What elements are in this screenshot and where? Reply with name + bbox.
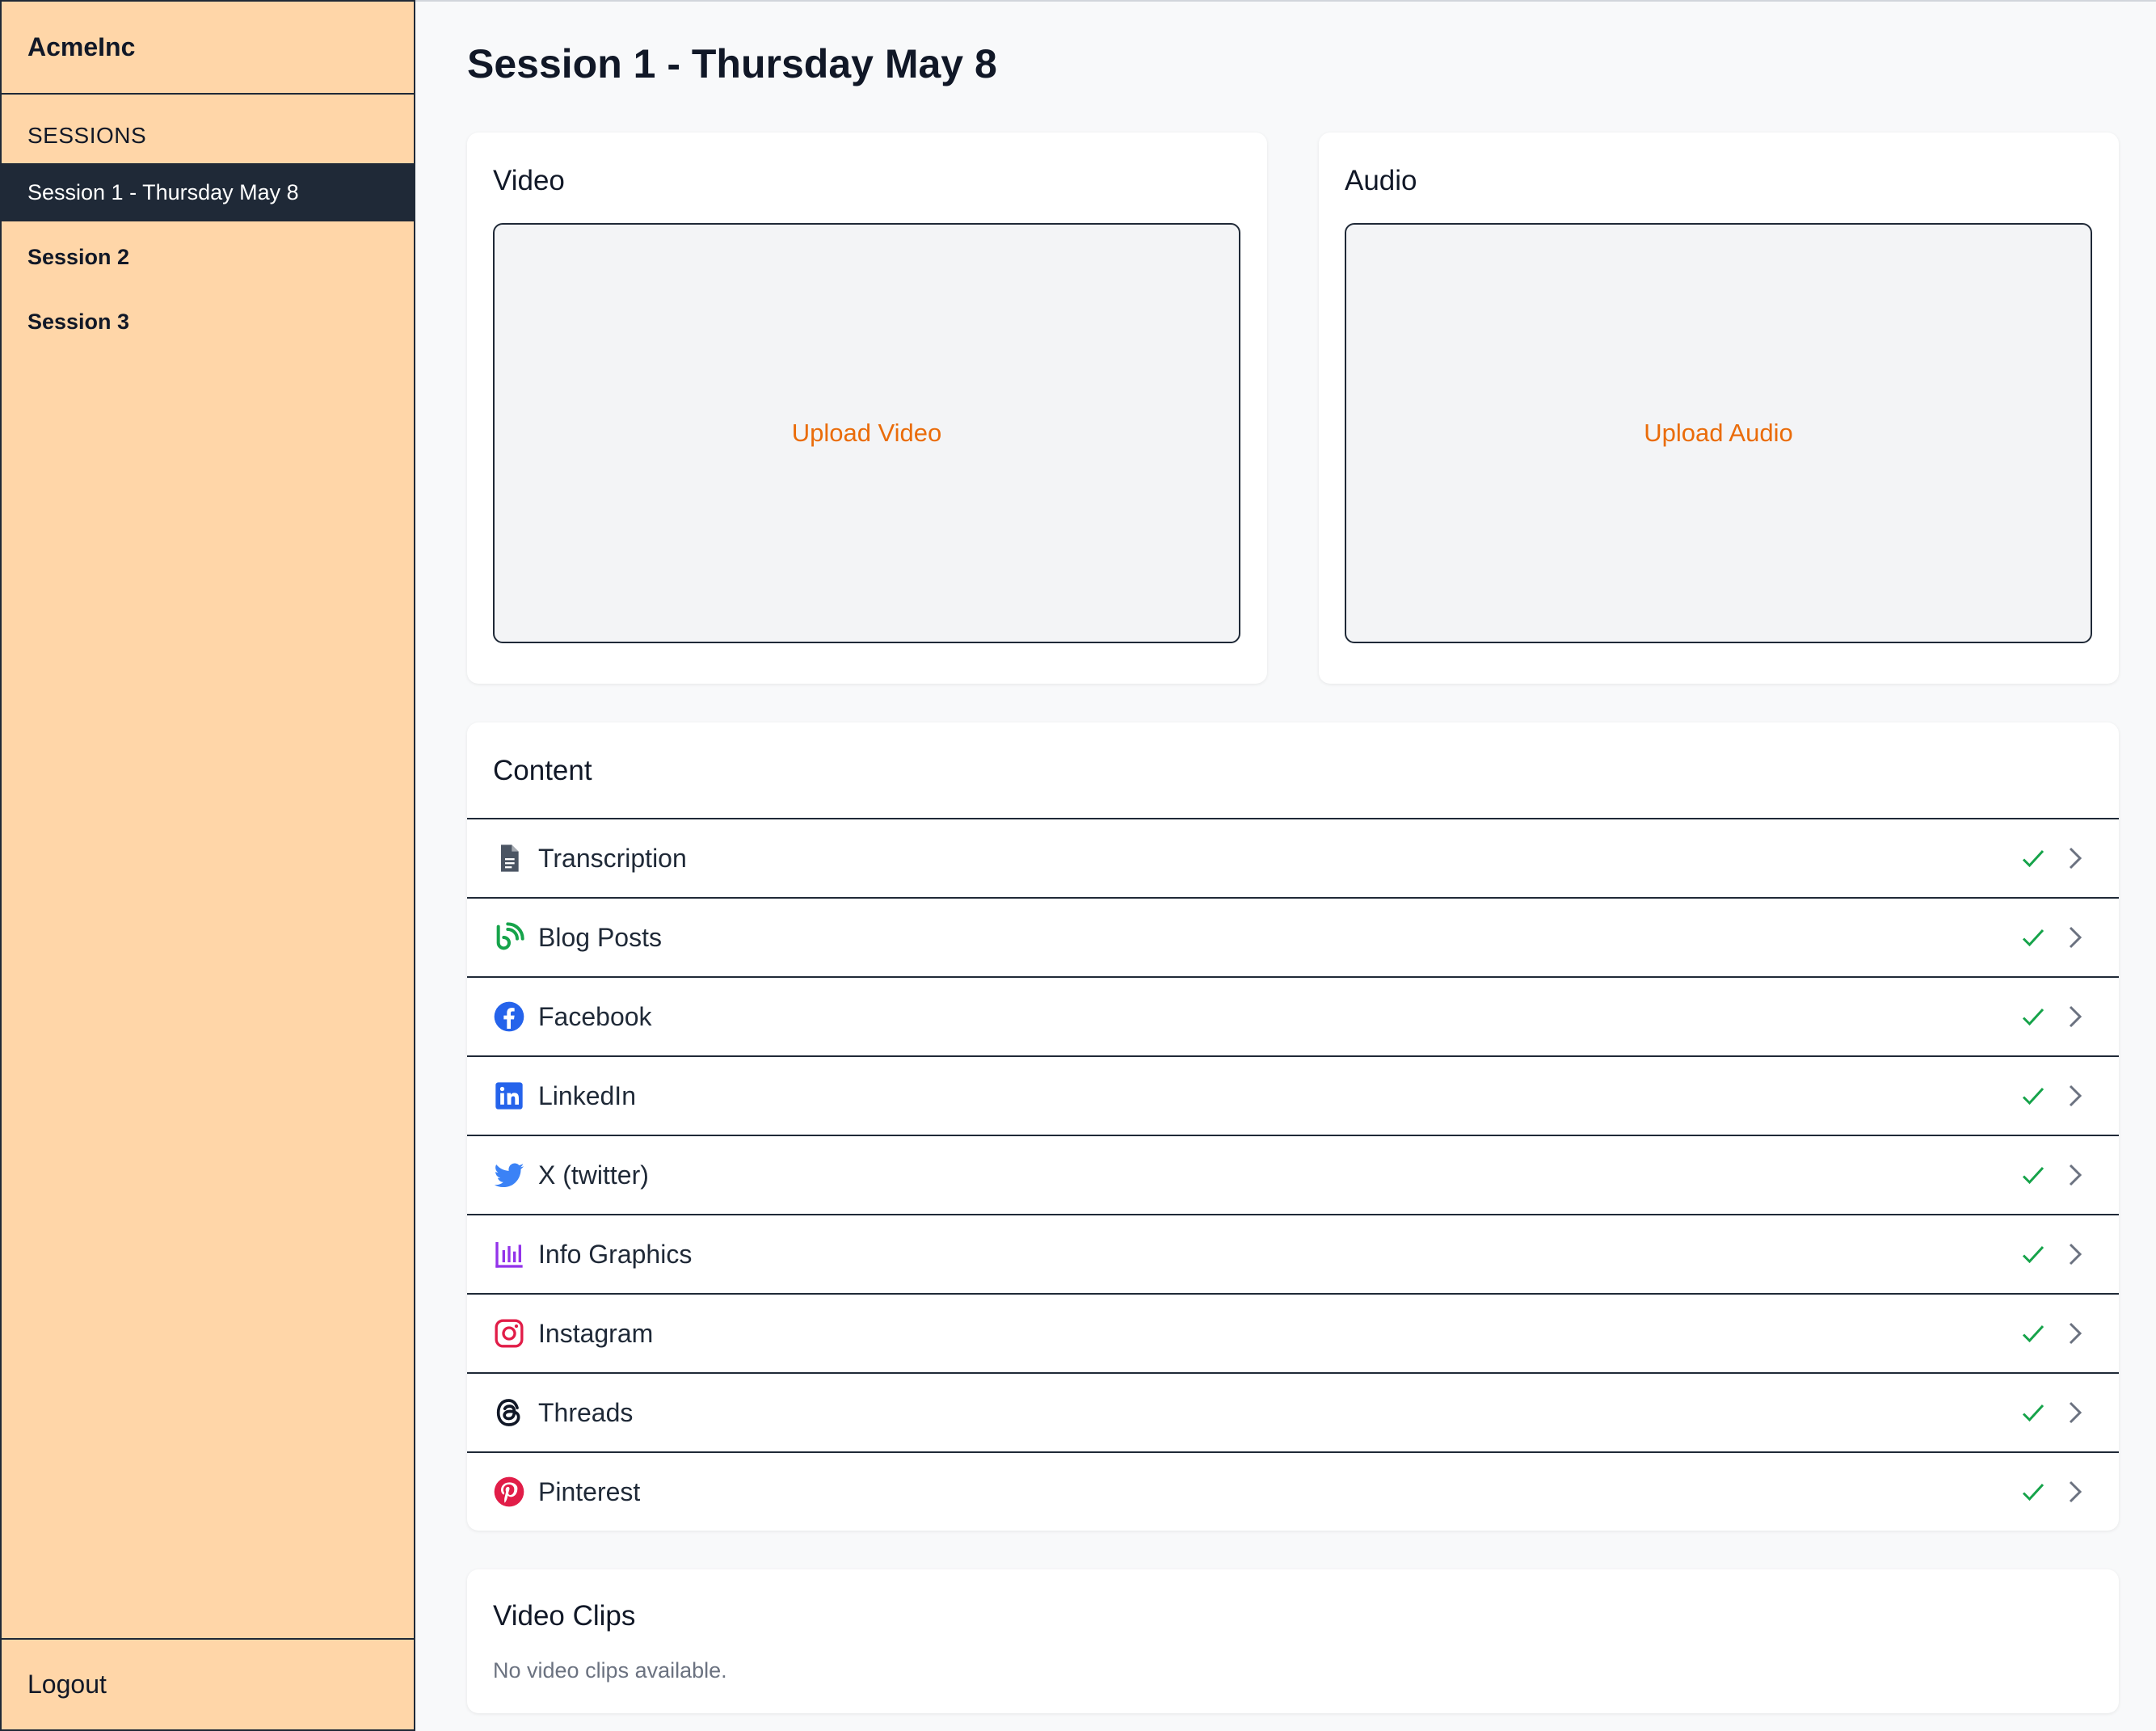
sidebar-item-session-1[interactable]: Session 1 - Thursday May 8 xyxy=(2,163,414,221)
threads-icon xyxy=(493,1396,525,1429)
content-item-label: Facebook xyxy=(538,1001,652,1031)
chevron-right-icon xyxy=(2069,1480,2082,1503)
facebook-icon xyxy=(493,1000,525,1033)
content-card-title: Content xyxy=(493,755,592,786)
chevron-right-icon xyxy=(2069,1243,2082,1266)
check-icon xyxy=(2022,1404,2044,1422)
chevron-right-icon xyxy=(2069,1401,2082,1424)
video-clips-empty-text: No video clips available. xyxy=(493,1658,727,1683)
upload-audio-label: Upload Audio xyxy=(1644,419,1793,447)
video-card: Video Upload Video xyxy=(467,133,1267,684)
pinterest-icon xyxy=(493,1476,525,1508)
upload-video-dropzone[interactable]: Upload Video xyxy=(493,223,1240,643)
sessions-section-label: SESSIONS xyxy=(27,123,147,148)
video-clips-title: Video Clips xyxy=(493,1600,636,1632)
upload-video-label: Upload Video xyxy=(791,419,942,447)
check-icon xyxy=(2022,1166,2044,1185)
bar-chart-icon xyxy=(493,1238,525,1270)
chevron-right-icon xyxy=(2069,1322,2082,1345)
content-item-twitter[interactable]: X (twitter) xyxy=(467,1135,2119,1214)
check-icon xyxy=(2022,1325,2044,1343)
content-item-info-graphics[interactable]: Info Graphics xyxy=(467,1214,2119,1293)
sidebar: AcmeInc SESSIONS Session 1 - Thursday Ma… xyxy=(0,0,415,1731)
content-item-label: Info Graphics xyxy=(538,1239,693,1269)
video-card-title: Video xyxy=(493,165,565,196)
instagram-icon xyxy=(493,1317,525,1350)
content-item-label: X (twitter) xyxy=(538,1160,649,1190)
content-item-pinterest[interactable]: Pinterest xyxy=(467,1451,2119,1531)
chevron-right-icon xyxy=(2069,926,2082,949)
audio-card-title: Audio xyxy=(1345,165,1417,196)
chevron-right-icon xyxy=(2069,1085,2082,1107)
twitter-icon xyxy=(493,1159,525,1191)
content-item-label: Blog Posts xyxy=(538,922,662,952)
document-icon xyxy=(493,842,525,874)
content-item-label: LinkedIn xyxy=(538,1080,636,1110)
content-item-label: Instagram xyxy=(538,1318,654,1348)
check-icon xyxy=(2022,929,2044,947)
chevron-right-icon xyxy=(2069,847,2082,870)
upload-audio-dropzone[interactable]: Upload Audio xyxy=(1345,223,2092,643)
brand-logo: AcmeInc xyxy=(2,2,414,95)
check-icon xyxy=(2022,1245,2044,1264)
content-item-linkedin[interactable]: LinkedIn xyxy=(467,1055,2119,1135)
check-icon xyxy=(2022,1087,2044,1106)
check-icon xyxy=(2022,1483,2044,1501)
content-item-instagram[interactable]: Instagram xyxy=(467,1293,2119,1372)
linkedin-icon xyxy=(493,1080,525,1112)
logout-button[interactable]: Logout xyxy=(2,1638,414,1729)
content-item-label: Threads xyxy=(538,1397,634,1427)
chevron-right-icon xyxy=(2069,1164,2082,1186)
content-item-facebook[interactable]: Facebook xyxy=(467,976,2119,1055)
sidebar-item-session-2[interactable]: Session 2 xyxy=(2,228,414,286)
check-icon xyxy=(2022,1008,2044,1026)
blog-icon xyxy=(493,921,525,954)
chevron-right-icon xyxy=(2069,1005,2082,1028)
audio-card: Audio Upload Audio xyxy=(1319,133,2119,684)
sessions-nav: Session 1 - Thursday May 8 Session 2 Ses… xyxy=(2,163,414,351)
main-content: Session 1 - Thursday May 8 Video Upload … xyxy=(415,0,2156,1731)
sidebar-item-session-3[interactable]: Session 3 xyxy=(2,293,414,351)
video-clips-card: Video Clips No video clips available. xyxy=(467,1569,2119,1713)
page-title: Session 1 - Thursday May 8 xyxy=(467,41,997,86)
check-icon xyxy=(2022,849,2044,868)
content-list: Transcription Blog Posts Facebook Linked… xyxy=(467,818,2119,1531)
content-item-label: Transcription xyxy=(538,843,687,873)
content-item-threads[interactable]: Threads xyxy=(467,1372,2119,1451)
content-item-transcription[interactable]: Transcription xyxy=(467,818,2119,897)
content-item-label: Pinterest xyxy=(538,1476,641,1506)
content-item-blog-posts[interactable]: Blog Posts xyxy=(467,897,2119,976)
content-card: Content Transcription Blog Posts Faceboo… xyxy=(467,722,2119,1531)
